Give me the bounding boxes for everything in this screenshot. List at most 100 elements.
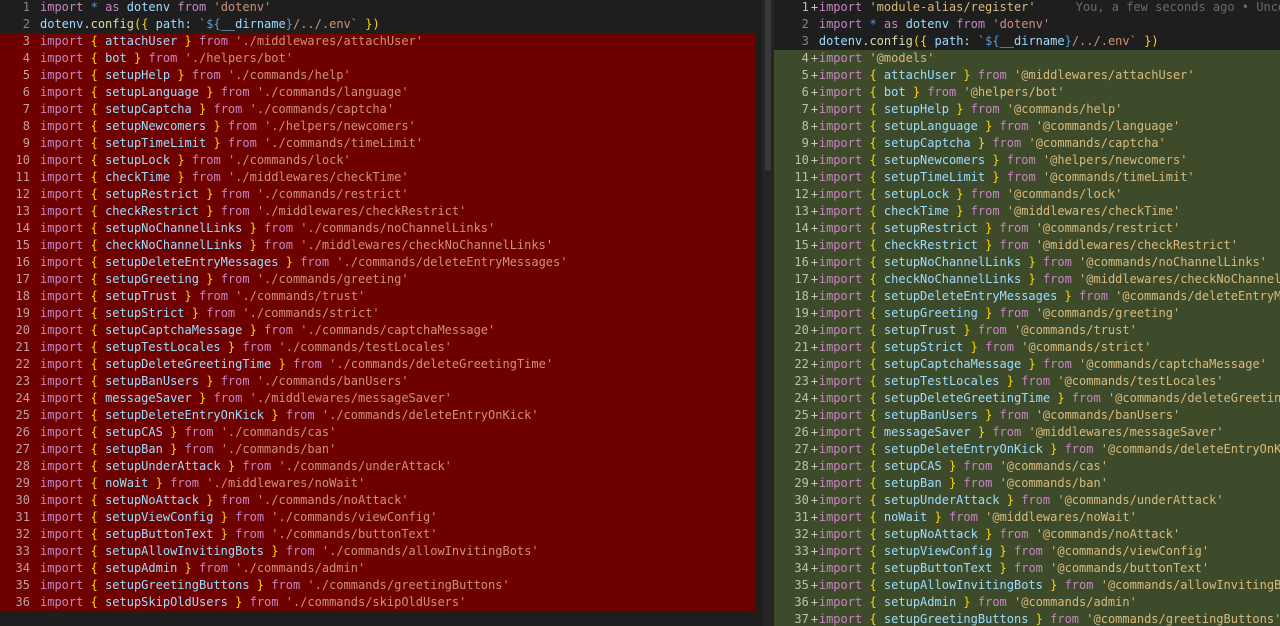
code-line[interactable]: 21 import { setupTestLocales } from './co… xyxy=(0,339,755,356)
code-line[interactable]: 31 import { setupViewConfig } from './com… xyxy=(0,509,755,526)
code-line[interactable]: 17 import { setupGreeting } from './comma… xyxy=(0,271,755,288)
code-line[interactable]: 12 import { setupRestrict } from './comma… xyxy=(0,186,755,203)
code-line[interactable]: 33 + import { setupViewConfig } from '@com… xyxy=(766,543,1280,560)
code-token: { xyxy=(90,374,98,388)
diff-splitter[interactable] xyxy=(762,0,774,626)
code-line[interactable]: 25 import { setupDeleteEntryOnKick } from… xyxy=(0,407,755,424)
code-line[interactable]: 32 import { setupButtonText } from './com… xyxy=(0,526,755,543)
code-line[interactable]: 14 + import { setupRestrict } from '@comma… xyxy=(766,220,1280,237)
code-line[interactable]: 18 import { setupTrust } from './commands… xyxy=(0,288,755,305)
code-line[interactable]: 12 + import { setupLock } from '@commands/… xyxy=(766,186,1280,203)
code-line[interactable]: 26 + import { messageSaver } from '@middle… xyxy=(766,424,1280,441)
code-line[interactable]: 35 import { setupGreetingButtons } from '… xyxy=(0,577,755,594)
modified-file-pane[interactable]: 1 + import 'module-alias/register' You, a f… xyxy=(766,0,1280,626)
line-code: import { setupAdmin } from './commands/a… xyxy=(40,560,365,577)
code-line[interactable]: 16 import { setupDeleteEntryMessages } fr… xyxy=(0,254,755,271)
line-number: 7 xyxy=(22,102,30,116)
code-line[interactable]: 32 + import { setupNoAttack } from '@comma… xyxy=(766,526,1280,543)
code-token: './commands/help' xyxy=(227,68,351,82)
code-line[interactable]: 7 import { setupCaptcha } from './command… xyxy=(0,101,755,118)
code-line[interactable]: 6 import { setupLanguage } from './comman… xyxy=(0,84,755,101)
code-line[interactable]: 20 import { setupCaptchaMessage } from '.… xyxy=(0,322,755,339)
code-line[interactable]: 5 + import { attachUser } from '@middlewar… xyxy=(766,67,1280,84)
code-line[interactable]: 20 + import { setupTrust } from '@commands… xyxy=(766,322,1280,339)
code-line[interactable]: 21 + import { setupStrict } from '@command… xyxy=(766,339,1280,356)
code-token: import xyxy=(40,289,84,303)
code-line[interactable]: 10 + import { setupNewcomers } from '@help… xyxy=(766,152,1280,169)
code-line[interactable]: 17 + import { checkNoChannelLinks } from '… xyxy=(766,271,1280,288)
code-line[interactable]: 19 import { setupStrict } from './command… xyxy=(0,305,755,322)
line-number: 36 xyxy=(15,595,30,609)
code-line[interactable]: 37 + import { setupGreetingButtons } from … xyxy=(766,611,1280,626)
code-token: setupLanguage xyxy=(105,85,199,99)
code-line[interactable]: 7 + import { setupHelp } from '@commands/h… xyxy=(766,101,1280,118)
code-token: '@commands/cas' xyxy=(999,459,1108,473)
code-token: './commands/cas' xyxy=(220,425,337,439)
code-line[interactable]: 27 + import { setupDeleteEntryOnKick } fro… xyxy=(766,441,1280,458)
code-line[interactable]: 34 + import { setupButtonText } from '@com… xyxy=(766,560,1280,577)
code-line[interactable]: 1 + import 'module-alias/register' You, a f… xyxy=(766,0,1280,16)
code-line[interactable]: 36 + import { setupAdmin } from '@commands… xyxy=(766,594,1280,611)
code-line[interactable]: 31 + import { noWait } from '@middlewares/… xyxy=(766,509,1280,526)
code-line[interactable]: 8 + import { setupLanguage } from '@comman… xyxy=(766,118,1280,135)
code-line[interactable]: 24 + import { setupDeleteGreetingTime } fr… xyxy=(766,390,1280,407)
code-line[interactable]: 2 dotenv.config({ path: `${__dirname}/../… xyxy=(0,16,755,33)
line-code: import { setupDeleteGreetingTime } from … xyxy=(40,356,553,373)
code-line[interactable]: 2 import * as dotenv from 'dotenv' xyxy=(767,16,1280,33)
code-line[interactable]: 11 + import { setupTimeLimit } from '@comm… xyxy=(766,169,1280,186)
code-line[interactable]: 3 import { attachUser } from './middlewar… xyxy=(0,33,755,50)
code-line[interactable]: 27 import { setupBan } from './commands/b… xyxy=(0,441,755,458)
code-line[interactable]: 4 + import '@models' xyxy=(766,50,1280,67)
code-line[interactable]: 11 import { checkTime } from './middlewar… xyxy=(0,169,755,186)
code-line[interactable]: 10 import { setupLock } from './commands/… xyxy=(0,152,755,169)
code-line[interactable]: 15 import { checkNoChannelLinks } from '.… xyxy=(0,237,755,254)
code-line[interactable]: 13 import { checkRestrict } from './middl… xyxy=(0,203,755,220)
original-file-pane[interactable]: 1 import * as dotenv from 'dotenv' 2 dotenv… xyxy=(0,0,755,626)
code-line[interactable]: 19 + import { setupGreeting } from '@comma… xyxy=(766,305,1280,322)
code-line[interactable]: 23 + import { setupTestLocales } from '@co… xyxy=(766,373,1280,390)
line-code: import { setupCAS } from './commands/cas… xyxy=(40,424,336,441)
code-line[interactable]: 18 + import { setupDeleteEntryMessages } f… xyxy=(766,288,1280,305)
code-line[interactable]: 36 import { setupSkipOldUsers } from './c… xyxy=(0,594,755,611)
code-line[interactable]: 28 import { setupUnderAttack } from './co… xyxy=(0,458,755,475)
line-code: import { setupHelp } from './commands/he… xyxy=(40,67,351,84)
code-line[interactable]: 23 import { setupBanUsers } from './comma… xyxy=(0,373,755,390)
code-token: { xyxy=(90,153,98,167)
code-line[interactable]: 26 import { setupCAS } from './commands/c… xyxy=(0,424,755,441)
code-line[interactable]: 34 import { setupAdmin } from './commands… xyxy=(0,560,755,577)
code-token: from xyxy=(206,306,236,320)
code-token: { xyxy=(90,51,98,65)
code-line[interactable]: 29 + import { setupBan } from '@commands/b… xyxy=(766,475,1280,492)
code-line[interactable]: 16 + import { setupNoChannelLinks } from '… xyxy=(766,254,1280,271)
code-line[interactable]: 14 import { setupNoChannelLinks } from '.… xyxy=(0,220,755,237)
code-line[interactable]: 30 import { setupNoAttack } from './comma… xyxy=(0,492,755,509)
code-line[interactable]: 6 + import { bot } from '@helpers/bot' xyxy=(766,84,1280,101)
code-line[interactable]: 4 import { bot } from './helpers/bot' xyxy=(0,50,755,67)
code-line[interactable]: 24 import { messageSaver } from './middle… xyxy=(0,390,755,407)
code-line[interactable]: 3 dotenv.config({ path: `${__dirname}/../… xyxy=(767,33,1280,50)
code-line[interactable]: 9 + import { setupCaptcha } from '@command… xyxy=(766,135,1280,152)
scrollbar-thumb[interactable] xyxy=(765,0,771,170)
code-line[interactable]: 13 + import { checkTime } from '@middlewar… xyxy=(766,203,1280,220)
code-line[interactable]: 30 + import { setupUnderAttack } from '@co… xyxy=(766,492,1280,509)
line-code: import { setupTrust } from '@commands/tr… xyxy=(819,322,1137,339)
code-line[interactable]: 22 + import { setupCaptchaMessage } from '… xyxy=(766,356,1280,373)
code-line[interactable]: 9 import { setupTimeLimit } from './comma… xyxy=(0,135,755,152)
code-token: checkNoChannelLinks xyxy=(105,238,243,252)
code-line[interactable]: 5 import { setupHelp } from './commands/h… xyxy=(0,67,755,84)
code-line[interactable]: 1 import * as dotenv from 'dotenv' xyxy=(0,0,755,16)
code-line[interactable]: 15 + import { checkRestrict } from '@middl… xyxy=(766,237,1280,254)
code-line[interactable]: 33 import { setupAllowInvitingBots } from… xyxy=(0,543,755,560)
code-line[interactable]: 22 import { setupDeleteGreetingTime } fro… xyxy=(0,356,755,373)
code-line[interactable]: 29 import { noWait } from './middlewares/… xyxy=(0,475,755,492)
code-line[interactable]: 28 + import { setupCAS } from '@commands/c… xyxy=(766,458,1280,475)
code-line[interactable]: 25 + import { setupBanUsers } from '@comma… xyxy=(766,407,1280,424)
code-line[interactable]: 35 + import { setupAllowInvitingBots } fro… xyxy=(766,577,1280,594)
code-line[interactable]: 8 import { setupNewcomers } from './helpe… xyxy=(0,118,755,135)
